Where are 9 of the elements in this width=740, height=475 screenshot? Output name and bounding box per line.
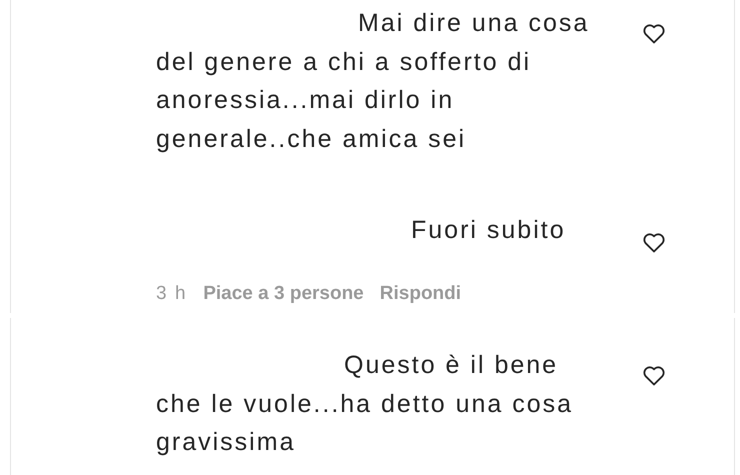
comment-text: Fuori subito [410,215,567,246]
heart-icon[interactable] [642,364,666,386]
heart-icon[interactable] [642,231,666,253]
comment-time: 3 h [156,283,188,305]
heart-icon[interactable] [642,22,666,44]
comment-text: Mai dire una cosa del genere a chi a sofferto di anoressia...mai dirlo in generale..che amica sei [156,8,590,154]
reply-link[interactable]: Rispondi [380,283,462,305]
likes-count-link[interactable]: Piace a 3 persone [203,283,364,305]
comment-text: Questo è il bene che le vuole...ha detto una cosa gravissima [156,350,574,458]
